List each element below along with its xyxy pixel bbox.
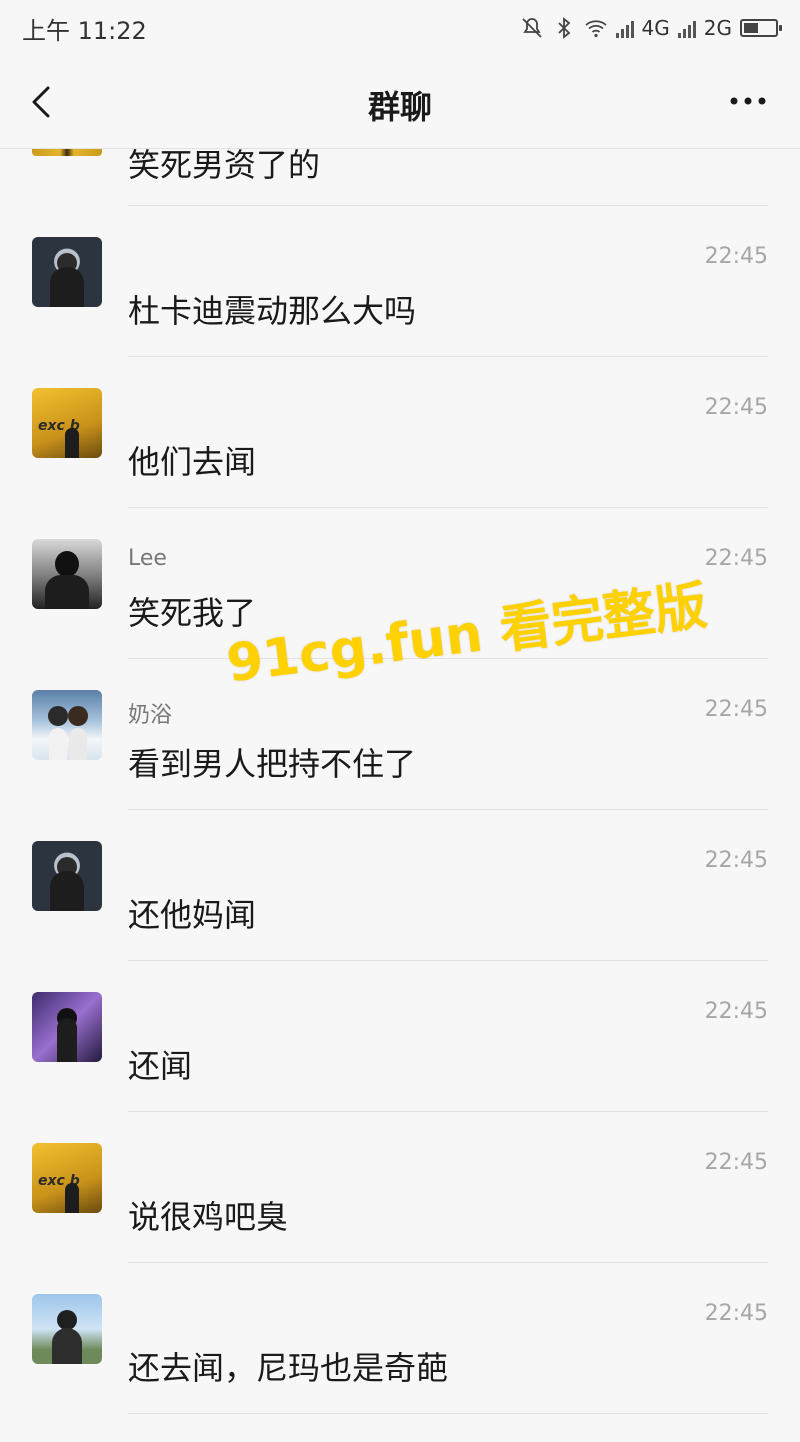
message-text: 还他妈闻 (128, 896, 257, 934)
message-time: 22:45 (704, 546, 768, 571)
avatar[interactable]: exc b (32, 1143, 102, 1213)
avatar[interactable] (32, 690, 102, 760)
group-chat-screen: 上午 11:22 4G 2G 群聊 笑死男资了的 22:45 杜卡迪震动那么大吗… (0, 0, 800, 1442)
avatar[interactable] (32, 148, 102, 156)
list-item[interactable]: 22:45 还去闻，尼玛也是奇葩 (0, 1263, 800, 1414)
message-text: 还闻 (128, 1047, 193, 1085)
nav-bar: 群聊 (0, 56, 800, 149)
message-text: 还去闻，尼玛也是奇葩 (128, 1349, 449, 1387)
list-item[interactable]: 22:45 还闻 (0, 961, 800, 1112)
battery-icon (740, 19, 782, 37)
status-time: 上午 11:22 (22, 16, 147, 45)
message-time: 22:45 (704, 244, 768, 269)
message-list[interactable]: 笑死男资了的 22:45 杜卡迪震动那么大吗 exc b 22:45 他们去闻 … (0, 148, 800, 1442)
message-text: 看到男人把持不住了 (128, 745, 417, 783)
status-icons: 4G 2G (520, 16, 782, 40)
message-time: 22:45 (704, 848, 768, 873)
page-title: 群聊 (367, 88, 432, 126)
list-item[interactable]: exc b 22:45 说很鸡吧臭 (0, 1112, 800, 1263)
more-options-icon[interactable] (726, 86, 770, 116)
bluetooth-icon (557, 17, 570, 39)
list-item[interactable]: 22:45 杜卡迪震动那么大吗 (0, 206, 800, 357)
message-text: 他们去闻 (128, 443, 257, 481)
sender-name: 奶浴 (128, 703, 173, 728)
avatar[interactable] (32, 1294, 102, 1364)
network-1-label: 4G (641, 16, 670, 40)
signal-2-icon (677, 18, 696, 38)
wifi-icon (584, 20, 607, 38)
divider (128, 1413, 768, 1414)
message-time: 22:45 (704, 395, 768, 420)
message-text: 笑死我了 (128, 594, 257, 632)
sender-name: Lee (128, 546, 167, 571)
list-item[interactable]: exc b 22:45 他们去闻 (0, 357, 800, 508)
message-time: 22:45 (704, 1150, 768, 1175)
list-item[interactable]: 22:45 还他妈闻 (0, 810, 800, 961)
message-text: 笑死男资了的 (128, 148, 321, 184)
list-item[interactable]: 笑死男资了的 (0, 148, 800, 206)
avatar[interactable] (32, 237, 102, 307)
list-item[interactable]: Lee 22:45 笑死我了 (0, 508, 800, 659)
avatar[interactable]: exc b (32, 388, 102, 458)
list-item[interactable]: 奶浴 22:45 看到男人把持不住了 (0, 659, 800, 810)
message-text: 杜卡迪震动那么大吗 (128, 292, 417, 330)
signal-1-icon (615, 18, 634, 38)
avatar[interactable] (32, 539, 102, 609)
status-bar: 上午 11:22 4G 2G (0, 0, 800, 56)
mute-bell-icon (521, 18, 542, 38)
message-time: 22:45 (704, 697, 768, 722)
network-2-label: 2G (703, 16, 732, 40)
message-text: 说很鸡吧臭 (128, 1198, 289, 1236)
message-time: 22:45 (704, 999, 768, 1024)
avatar[interactable] (32, 992, 102, 1062)
message-time: 22:45 (704, 1301, 768, 1326)
avatar[interactable] (32, 841, 102, 911)
